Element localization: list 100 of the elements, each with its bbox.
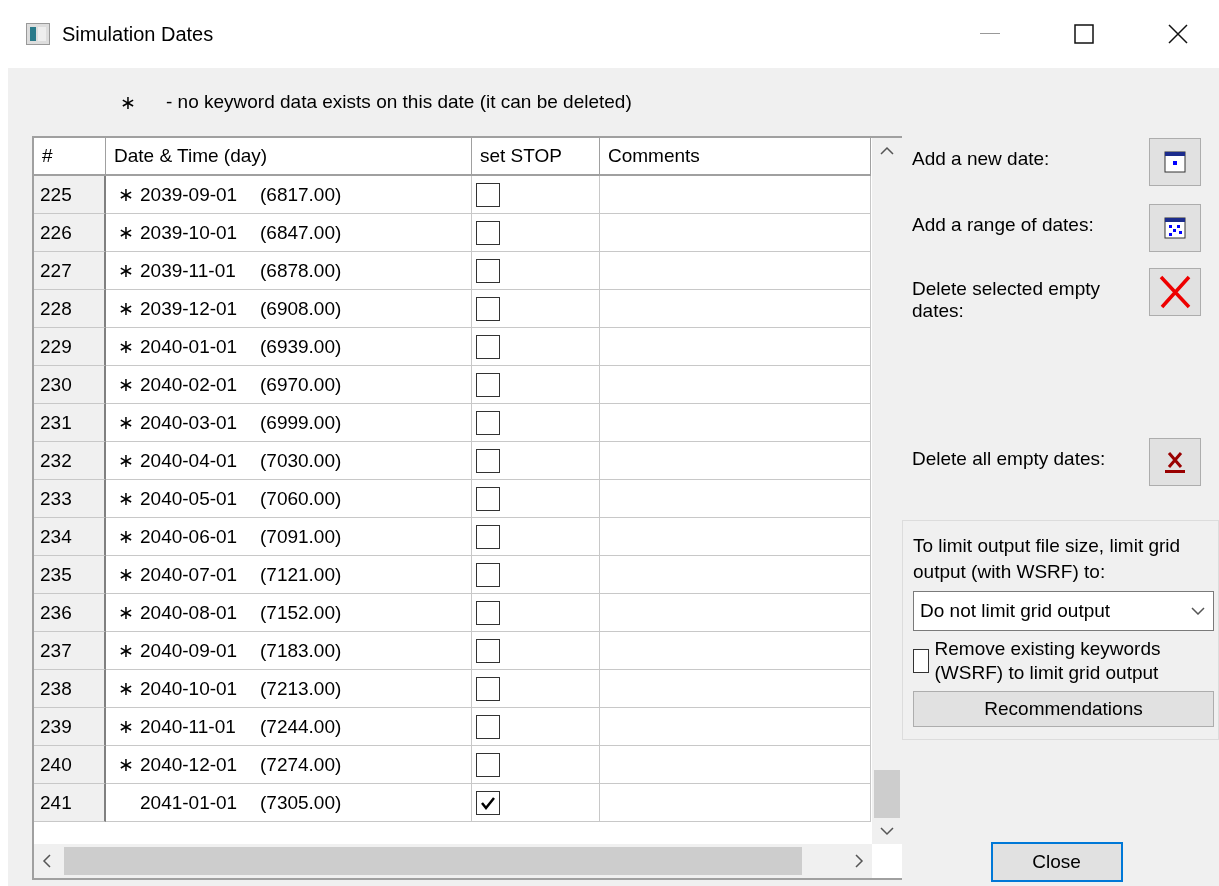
stop-checkbox[interactable]	[476, 714, 500, 739]
close-dialog-button[interactable]: Close	[990, 842, 1123, 882]
stop-checkbox[interactable]	[476, 638, 500, 663]
date-text: 2039-12-01	[140, 297, 239, 320]
comment-cell[interactable]	[600, 214, 871, 252]
comment-cell[interactable]	[600, 480, 871, 518]
date-text: 2040-11-01	[140, 715, 237, 738]
delete-icon	[1164, 450, 1186, 474]
scroll-thumb[interactable]	[64, 847, 802, 875]
stop-checkbox[interactable]	[476, 600, 500, 625]
comment-cell[interactable]	[600, 708, 871, 746]
days-text: (6847.00)	[260, 221, 342, 244]
action-button[interactable]	[1149, 138, 1201, 186]
row-number: 233	[34, 480, 106, 518]
days-text: (7183.00)	[260, 639, 342, 662]
row-number: 238	[34, 670, 106, 708]
comment-cell[interactable]	[600, 746, 871, 784]
empty-date-marker: ∗	[117, 449, 135, 472]
row-number: 241	[34, 784, 106, 822]
comment-cell[interactable]	[600, 518, 871, 556]
days-text: (6878.00)	[260, 259, 342, 282]
action-label: Delete all empty dates:	[912, 447, 1107, 470]
remove-keywords-label: Remove existing keywords (WSRF) to limit grid output	[934, 637, 1162, 685]
recommendations-button[interactable]: Recommendations	[913, 691, 1214, 727]
stop-checkbox[interactable]	[476, 790, 500, 815]
action-label: Delete selected empty dates:	[912, 277, 1101, 322]
stop-checkbox[interactable]	[476, 334, 500, 359]
stop-checkbox[interactable]	[476, 562, 500, 587]
stop-checkbox[interactable]	[476, 372, 500, 397]
stop-checkbox[interactable]	[476, 220, 500, 245]
days-text: (7213.00)	[260, 677, 342, 700]
delete-icon	[1158, 274, 1192, 310]
comment-cell[interactable]	[600, 784, 871, 822]
date-text: 2041-01-01	[140, 791, 239, 814]
comment-cell[interactable]	[600, 632, 871, 670]
comment-cell[interactable]	[600, 556, 871, 594]
action-button[interactable]	[1149, 438, 1201, 486]
horizontal-scrollbar[interactable]	[34, 844, 872, 878]
comment-cell[interactable]	[600, 366, 871, 404]
column-header[interactable]: set STOP	[472, 138, 600, 176]
empty-date-marker: ∗	[117, 715, 135, 738]
comment-cell[interactable]	[600, 252, 871, 290]
vertical-scrollbar[interactable]	[872, 138, 902, 844]
column-header[interactable]: Date & Time (day)	[106, 138, 472, 176]
days-text: (7274.00)	[260, 753, 342, 776]
date-text: 2040-02-01	[140, 373, 239, 396]
chevron-down-icon[interactable]	[1191, 607, 1205, 615]
row-number: 235	[34, 556, 106, 594]
empty-date-marker: ∗	[117, 677, 135, 700]
row-number: 236	[34, 594, 106, 632]
comment-cell[interactable]	[600, 594, 871, 632]
remove-keywords-checkbox[interactable]	[913, 649, 929, 673]
scroll-right-icon[interactable]	[854, 854, 864, 868]
row-number: 237	[34, 632, 106, 670]
scroll-down-icon[interactable]	[880, 826, 894, 836]
stop-checkbox[interactable]	[476, 752, 500, 777]
column-header[interactable]: Comments	[600, 138, 871, 176]
scroll-up-icon[interactable]	[880, 146, 894, 156]
days-text: (7060.00)	[260, 487, 342, 510]
column-header[interactable]: #	[34, 138, 106, 176]
comment-cell[interactable]	[600, 442, 871, 480]
days-text: (6999.00)	[260, 411, 342, 434]
empty-date-marker: ∗	[117, 639, 135, 662]
minimize-icon[interactable]	[980, 33, 1000, 35]
empty-date-marker: ∗	[117, 335, 135, 358]
stop-checkbox[interactable]	[476, 258, 500, 283]
days-text: (6939.00)	[260, 335, 342, 358]
close-icon[interactable]	[1168, 24, 1188, 44]
stop-checkbox[interactable]	[476, 486, 500, 511]
comment-cell[interactable]	[600, 176, 871, 214]
comment-cell[interactable]	[600, 404, 871, 442]
date-text: 2040-07-01	[140, 563, 239, 586]
legend-text: - no keyword data exists on this date (it can be deleted)	[166, 91, 632, 113]
stop-checkbox[interactable]	[476, 296, 500, 321]
days-text: (7305.00)	[260, 791, 342, 814]
stop-checkbox[interactable]	[476, 676, 500, 701]
row-number: 240	[34, 746, 106, 784]
date-text: 2040-12-01	[140, 753, 239, 776]
row-number: 234	[34, 518, 106, 556]
grid-output-dropdown[interactable]: Do not limit grid output	[913, 591, 1214, 631]
scroll-left-icon[interactable]	[42, 854, 52, 868]
stop-checkbox[interactable]	[476, 182, 500, 207]
stop-checkbox[interactable]	[476, 524, 500, 549]
app-icon	[26, 23, 50, 45]
empty-date-marker: ∗	[117, 563, 135, 586]
comment-cell[interactable]	[600, 290, 871, 328]
stop-checkbox[interactable]	[476, 410, 500, 435]
calendar-icon	[1163, 216, 1187, 240]
action-button[interactable]	[1149, 204, 1201, 252]
comment-cell[interactable]	[600, 670, 871, 708]
days-text: (7152.00)	[260, 601, 342, 624]
stop-checkbox[interactable]	[476, 448, 500, 473]
maximize-icon[interactable]	[1074, 24, 1094, 44]
days-text: (6908.00)	[260, 297, 342, 320]
scroll-thumb[interactable]	[874, 770, 900, 818]
row-number: 239	[34, 708, 106, 746]
comment-cell[interactable]	[600, 328, 871, 366]
action-label: Add a new date:	[912, 147, 1051, 170]
date-text: 2040-08-01	[140, 601, 239, 624]
empty-date-marker: ∗	[117, 183, 135, 206]
